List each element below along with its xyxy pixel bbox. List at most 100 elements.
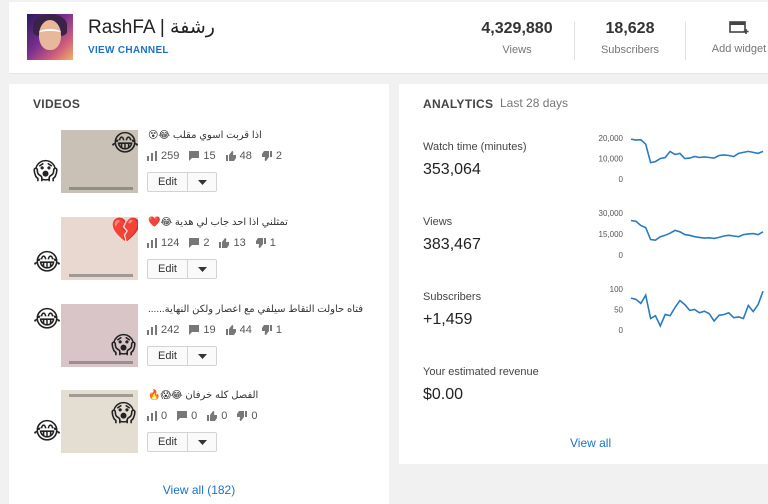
- video-likes: 44: [239, 324, 252, 336]
- analytics-title: ANALYTICS: [423, 97, 494, 111]
- view-channel-link[interactable]: VIEW CHANNEL: [88, 45, 169, 56]
- edit-dropdown-button[interactable]: [188, 173, 216, 191]
- stat-divider: [685, 22, 686, 60]
- metric-value: +1,459: [423, 311, 473, 328]
- video-title[interactable]: فتاه حاولت التقاط سيلفي مع اعصار ولكن ال…: [148, 304, 378, 315]
- thumbs-up-icon: [219, 238, 230, 248]
- edit-dropdown-button[interactable]: [188, 347, 216, 365]
- metric-subscribers[interactable]: Subscribers +1,459: [423, 291, 481, 329]
- video-thumbnail[interactable]: 😱 😂: [33, 130, 138, 193]
- video-dislikes: 1: [269, 237, 276, 249]
- thumbs-up-icon: [225, 151, 236, 161]
- laughing-emoji-icon: 😂: [33, 306, 62, 333]
- scream-emoji-icon: 😱: [111, 332, 137, 359]
- video-thumbnail[interactable]: 😂 💔: [33, 217, 138, 280]
- metric-watch-time[interactable]: Watch time (minutes) 353,064: [423, 141, 527, 179]
- metric-label: Watch time (minutes): [423, 141, 527, 153]
- laughing-emoji-icon: 😂: [33, 418, 62, 445]
- video-comments: 0: [191, 410, 198, 422]
- scream-emoji-icon: 😱: [111, 400, 137, 427]
- laughing-emoji-icon: 😂: [111, 130, 138, 157]
- views-bars-icon: [147, 411, 157, 421]
- analytics-period: Last 28 days: [500, 96, 569, 110]
- video-dislikes: 0: [251, 410, 258, 422]
- y-tick-label: 20,000: [599, 134, 624, 143]
- views-count: 4,329,880: [481, 20, 553, 37]
- thumbs-up-icon: [225, 325, 236, 335]
- y-tick-label: 0: [619, 175, 624, 184]
- video-thumbnail[interactable]: 😂 😱: [33, 390, 138, 453]
- y-tick-label: 0: [619, 326, 624, 335]
- y-tick-label: 0: [619, 251, 624, 260]
- edit-button-group: Edit: [147, 432, 217, 452]
- video-views: 259: [161, 150, 180, 162]
- broken-heart-icon: 💔: [111, 217, 138, 244]
- videos-title: VIDEOS: [33, 97, 81, 111]
- video-comments: 2: [203, 237, 210, 249]
- avatar-glasses: [39, 29, 61, 36]
- add-widget-label: Add widget: [711, 43, 767, 55]
- comment-icon: [189, 151, 200, 161]
- laughing-emoji-icon: 😂: [33, 249, 62, 276]
- video-views: 0: [161, 410, 168, 422]
- edit-button[interactable]: Edit: [148, 433, 188, 451]
- video-comments: 19: [203, 324, 216, 336]
- subscribers-label: Subscribers: [600, 44, 660, 56]
- videos-card: VIDEOS 😱 😂 اذا قربت اسوي مقلب 😂😵 259 15 …: [9, 84, 389, 504]
- metric-label: Your estimated revenue: [423, 366, 539, 378]
- edit-button[interactable]: Edit: [148, 173, 188, 191]
- comment-icon: [177, 411, 188, 421]
- video-item: 😂 😱 فتاه حاولت التقاط سيلفي مع اعصار ولك…: [33, 304, 383, 384]
- comment-icon: [189, 325, 200, 335]
- views-bars-icon: [147, 325, 157, 335]
- chevron-down-icon: [197, 266, 207, 272]
- video-comments: 15: [203, 150, 216, 162]
- edit-dropdown-button[interactable]: [188, 260, 216, 278]
- edit-button[interactable]: Edit: [148, 347, 188, 365]
- thumbnail-caption: [69, 187, 133, 190]
- edit-button-group: Edit: [147, 172, 217, 192]
- video-stats: 124 2 13 1: [147, 237, 276, 249]
- video-title[interactable]: اذا قربت اسوي مقلب 😂😵: [148, 130, 378, 141]
- analytics-view-all-link[interactable]: View all: [570, 436, 611, 450]
- edit-dropdown-button[interactable]: [188, 433, 216, 451]
- video-stats: 0 0 0 0: [147, 410, 258, 422]
- video-views: 242: [161, 324, 180, 336]
- subscribers-stat: 18,628 Subscribers: [575, 20, 685, 56]
- subscribers-count: 18,628: [605, 20, 655, 37]
- view-all-videos-link[interactable]: View all (182): [9, 483, 389, 497]
- chevron-down-icon: [197, 179, 207, 185]
- edit-button-group: Edit: [147, 346, 217, 366]
- thumbs-down-icon: [255, 238, 266, 248]
- subscribers-sparkline: 100 50 0: [610, 285, 764, 335]
- metric-label: Views: [423, 216, 453, 228]
- video-title[interactable]: الفصل كله خرفان 😂😱🔥: [148, 390, 378, 401]
- edit-button[interactable]: Edit: [148, 260, 188, 278]
- video-item: 😂 😱 الفصل كله خرفان 😂😱🔥 0 0 0 0 Edit: [33, 390, 383, 470]
- metric-value: $0.00: [423, 386, 464, 403]
- channel-header: RashFA | رشفة VIEW CHANNEL 4,329,880 Vie…: [9, 2, 768, 74]
- video-likes: 48: [239, 150, 252, 162]
- video-title[interactable]: تمثلني اذا احد جاب لي هدية 😂❤️: [148, 217, 378, 228]
- channel-avatar[interactable]: [27, 14, 73, 60]
- views-bars-icon: [147, 151, 157, 161]
- thumbs-down-icon: [261, 325, 272, 335]
- sparkline-series: [630, 290, 764, 328]
- metric-revenue[interactable]: Your estimated revenue $0.00: [423, 366, 539, 404]
- y-tick-label: 15,000: [599, 230, 624, 239]
- chevron-down-icon: [197, 353, 207, 359]
- edit-button-group: Edit: [147, 259, 217, 279]
- scream-emoji-icon: 😱: [33, 158, 59, 185]
- metric-value: 353,064: [423, 161, 481, 178]
- thumbs-down-icon: [261, 151, 272, 161]
- add-widget-button[interactable]: Add widget: [689, 20, 768, 55]
- metric-views[interactable]: Views 383,467: [423, 216, 481, 254]
- views-label: Views: [502, 44, 532, 56]
- y-tick-label: 10,000: [599, 155, 624, 164]
- thumbnail-caption: [69, 274, 133, 277]
- sparkline-series: [630, 138, 764, 164]
- video-thumbnail[interactable]: 😂 😱: [33, 304, 138, 367]
- views-bars-icon: [147, 238, 157, 248]
- y-tick-label: 30,000: [599, 209, 624, 218]
- video-views: 124: [161, 237, 180, 249]
